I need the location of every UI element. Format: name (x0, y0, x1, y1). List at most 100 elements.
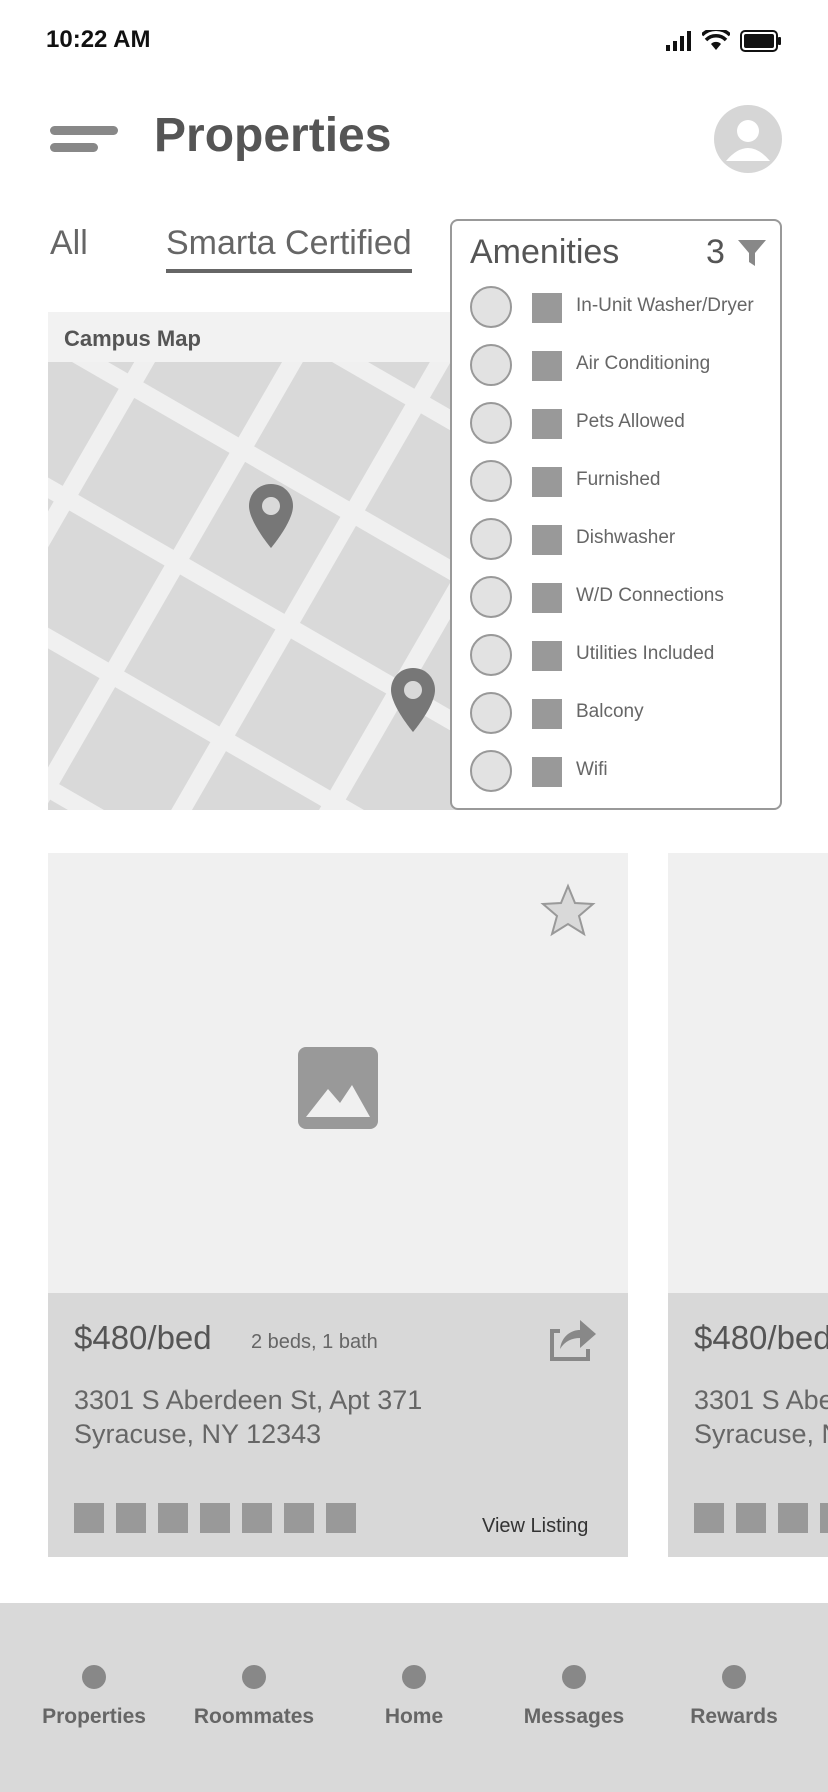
amenity-checkbox[interactable] (532, 409, 562, 439)
amenity-option[interactable]: Dishwasher (452, 511, 780, 569)
tab-all[interactable]: All (50, 224, 88, 263)
amenity-label: Furnished (576, 469, 661, 490)
nav-dot-icon (82, 1665, 106, 1689)
listing-card[interactable]: $480/bed 3301 S Aberdeen St, Apt 371 Syr… (668, 853, 828, 1557)
listing-address-line1: 3301 S Aberdeen St, Apt 371 (694, 1385, 828, 1415)
battery-icon (740, 30, 781, 52)
amenity-checkbox[interactable] (532, 467, 562, 497)
amenity-checkbox[interactable] (532, 525, 562, 555)
amenity-indicator (116, 1503, 146, 1533)
nav-label: Rewards (690, 1705, 778, 1728)
image-placeholder-icon (298, 1047, 378, 1129)
amenities-count: 3 (706, 233, 725, 271)
amenity-checkbox[interactable] (532, 583, 562, 613)
amenity-option[interactable]: Furnished (452, 453, 780, 511)
map-pin-icon[interactable] (247, 482, 295, 550)
listing-address-line2: Syracuse, NY 12343 (694, 1419, 828, 1449)
amenity-label: Dishwasher (576, 527, 676, 548)
bottom-nav: Properties Roommates Home Messages Rewar… (0, 1603, 828, 1792)
map-label: Campus Map (64, 326, 201, 351)
amenity-radio[interactable] (470, 460, 512, 502)
nav-label: Roommates (193, 1705, 315, 1728)
amenity-radio[interactable] (470, 402, 512, 444)
amenity-label: Utilities Included (576, 643, 715, 664)
amenity-checkbox[interactable] (532, 293, 562, 323)
listing-beds: 2 beds, 1 bath (251, 1331, 378, 1353)
nav-item-roommates[interactable]: Roommates (174, 1665, 334, 1729)
nav-item-messages[interactable]: Messages (494, 1665, 654, 1729)
amenity-radio[interactable] (470, 634, 512, 676)
nav-item-rewards[interactable]: Rewards (654, 1665, 814, 1729)
listing-price: $480/bed (694, 1319, 828, 1356)
nav-item-home[interactable]: Home (334, 1665, 494, 1729)
amenity-label: W/D Connections (576, 585, 724, 606)
map-pin-icon[interactable] (389, 666, 437, 734)
amenity-option[interactable]: W/D Connections (452, 569, 780, 627)
amenity-indicator (284, 1503, 314, 1533)
amenity-indicator (74, 1503, 104, 1533)
view-listing-link[interactable]: View Listing (482, 1515, 588, 1538)
listing-price: $480/bed (74, 1319, 212, 1356)
amenity-indicator (820, 1503, 828, 1533)
amenity-indicator (326, 1503, 356, 1533)
amenity-label: Wifi (576, 759, 608, 780)
amenity-label: Pets Allowed (576, 411, 685, 432)
amenity-option[interactable]: In-Unit Washer/Dryer (452, 279, 780, 337)
listing-card[interactable]: $480/bed 2 beds, 1 bath 3301 S Aberdeen … (48, 853, 628, 1557)
listing-photo[interactable] (668, 853, 828, 1293)
hamburger-menu-icon[interactable] (50, 124, 118, 154)
map-header: Campus Map (48, 312, 456, 362)
amenity-option[interactable]: Utilities Included (452, 627, 780, 685)
nav-item-properties[interactable]: Properties (14, 1665, 174, 1729)
amenity-checkbox[interactable] (532, 757, 562, 787)
nav-dot-icon (562, 1665, 586, 1689)
amenity-option[interactable]: Balcony (452, 685, 780, 743)
cellular-signal-icon (666, 31, 691, 51)
amenity-checkbox[interactable] (532, 351, 562, 381)
tab-label: Smarta Certified (166, 224, 412, 262)
nav-dot-icon (242, 1665, 266, 1689)
amenity-indicator (778, 1503, 808, 1533)
amenities-filter-panel[interactable]: Amenities 3 In-Unit Washer/Dryer Air Con… (450, 219, 782, 810)
amenity-label: In-Unit Washer/Dryer (576, 295, 754, 316)
nav-label: Properties (42, 1705, 146, 1728)
status-time: 10:22 AM (46, 26, 151, 53)
amenity-option[interactable]: Air Conditioning (452, 337, 780, 395)
amenity-option[interactable]: Wifi (452, 743, 780, 801)
nav-dot-icon (402, 1665, 426, 1689)
amenity-indicator (200, 1503, 230, 1533)
star-icon[interactable] (540, 883, 596, 937)
tab-label: All (50, 224, 88, 262)
campus-map[interactable]: Campus Map (48, 312, 456, 810)
amenity-indicator (158, 1503, 188, 1533)
listing-details: $480/bed 3301 S Aberdeen St, Apt 371 Syr… (668, 1293, 828, 1557)
amenity-indicator (694, 1503, 724, 1533)
status-bar: 10:22 AM (0, 0, 828, 80)
amenity-option[interactable]: Pets Allowed (452, 395, 780, 453)
amenity-radio[interactable] (470, 344, 512, 386)
map-canvas[interactable] (48, 362, 456, 810)
wifi-icon (702, 30, 730, 50)
amenity-indicators (74, 1503, 356, 1533)
listing-address-line2: Syracuse, NY 12343 (74, 1419, 322, 1449)
amenity-radio[interactable] (470, 576, 512, 618)
amenity-indicators (694, 1503, 828, 1533)
amenity-radio[interactable] (470, 518, 512, 560)
listing-details: $480/bed 2 beds, 1 bath 3301 S Aberdeen … (48, 1293, 628, 1557)
listing-address-line1: 3301 S Aberdeen St, Apt 371 (74, 1385, 423, 1415)
nav-label: Home (384, 1705, 444, 1728)
amenity-indicator (242, 1503, 272, 1533)
amenity-radio[interactable] (470, 750, 512, 792)
amenity-checkbox[interactable] (532, 699, 562, 729)
amenity-radio[interactable] (470, 692, 512, 734)
amenities-list: In-Unit Washer/Dryer Air Conditioning Pe… (452, 279, 780, 801)
amenity-radio[interactable] (470, 286, 512, 328)
share-icon[interactable] (546, 1315, 598, 1363)
user-avatar-icon[interactable] (714, 105, 782, 173)
amenity-checkbox[interactable] (532, 641, 562, 671)
tab-smarta-certified[interactable]: Smarta Certified (166, 224, 412, 273)
filter-funnel-icon[interactable] (736, 237, 768, 269)
amenities-title: Amenities (470, 233, 620, 271)
status-icons (666, 30, 782, 52)
listing-photo[interactable] (48, 853, 628, 1293)
